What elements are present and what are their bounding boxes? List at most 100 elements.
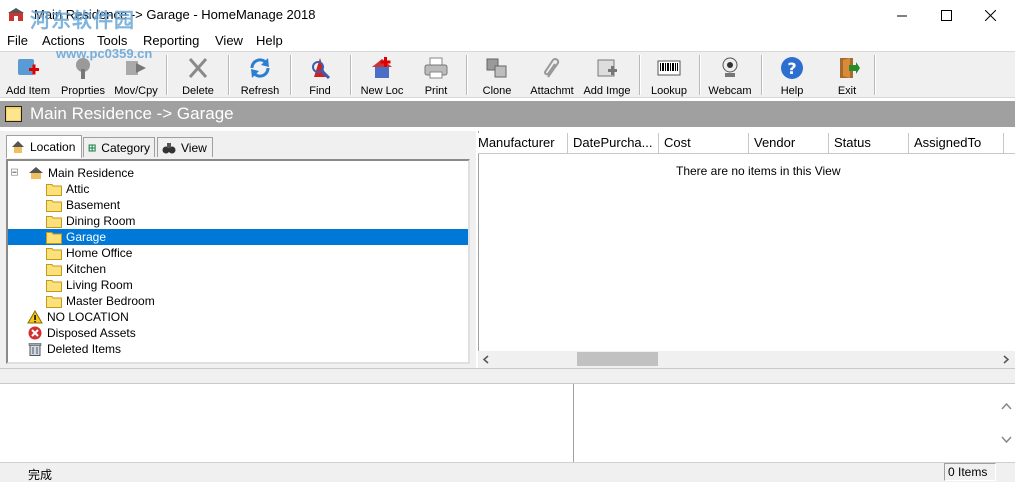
collapse-icon[interactable] — [11, 168, 22, 179]
exit-icon — [840, 58, 860, 78]
lookup-button[interactable]: Lookup — [646, 53, 692, 97]
exit-button[interactable]: Exit — [825, 53, 869, 97]
barcode-icon — [657, 60, 681, 76]
horizontal-scrollbar[interactable] — [478, 351, 1015, 368]
tree-item-label: Main Residence — [48, 166, 135, 180]
delete-button[interactable]: Delete — [176, 53, 220, 97]
maximize-button[interactable] — [924, 0, 969, 30]
scrollbar-thumb[interactable] — [577, 352, 658, 366]
toolbar-separator — [874, 55, 875, 95]
tab-location[interactable]: Location — [6, 135, 82, 158]
close-icon — [985, 9, 996, 21]
print-label: Print — [424, 85, 448, 97]
refresh-label: Refresh — [240, 85, 280, 97]
location-tree[interactable]: Main Residence Attic Basement Dining Roo… — [6, 159, 470, 364]
toolbar-separator — [466, 55, 467, 95]
refresh-button[interactable]: Refresh — [236, 53, 284, 97]
tree-item-label: Disposed Assets — [47, 326, 136, 340]
vertical-scrollbar[interactable] — [998, 384, 1015, 462]
toolbar-separator — [290, 55, 291, 95]
tab-view[interactable]: View — [157, 137, 213, 157]
tree-item-label: Attic — [66, 182, 90, 196]
folder-icon — [46, 248, 62, 260]
tree-item-basement[interactable]: Basement — [46, 197, 120, 213]
disposed-icon — [28, 326, 42, 340]
toolbar-separator — [350, 55, 351, 95]
column-header-overflow[interactable] — [1004, 133, 1015, 154]
tree-item-label: NO LOCATION — [47, 310, 129, 324]
tree-item-label: Kitchen — [66, 262, 107, 276]
minimize-button[interactable] — [880, 0, 925, 30]
scroll-up-icon[interactable] — [1001, 402, 1012, 410]
new-location-label: New Loc — [360, 85, 404, 97]
folder-icon — [46, 200, 62, 212]
menu-view[interactable]: View — [215, 33, 243, 48]
add-item-label: Add Item — [5, 85, 51, 97]
column-header-cost[interactable]: Cost — [659, 133, 749, 154]
tree-item-attic[interactable]: Attic — [46, 181, 89, 197]
tree-item-disposed-assets[interactable]: Disposed Assets — [27, 325, 136, 341]
add-item-button[interactable]: Add Item — [3, 53, 53, 97]
svg-text:?: ? — [787, 59, 796, 78]
tree-item-deleted-items[interactable]: Deleted Items — [27, 341, 121, 357]
tree-item-main-residence[interactable]: Main Residence — [11, 165, 134, 181]
tree-item-home-office[interactable]: Home Office — [46, 245, 132, 261]
watermark-url: www.pc0359.cn — [56, 46, 153, 61]
tree-item-no-location[interactable]: NO LOCATION — [27, 309, 129, 325]
webcam-button[interactable]: Webcam — [706, 53, 754, 97]
folder-icon — [46, 280, 62, 292]
app-icon[interactable] — [8, 8, 24, 22]
details-pane-right[interactable] — [573, 384, 1015, 462]
toolbar-separator — [699, 55, 700, 95]
attachment-button[interactable]: Attachmt — [527, 53, 577, 97]
toolbar-separator — [228, 55, 229, 95]
scroll-left-icon[interactable] — [482, 355, 490, 364]
trash-icon — [28, 343, 42, 356]
tree-item-living-room[interactable]: Living Room — [46, 277, 133, 293]
column-header-date-purchased[interactable]: DatePurcha... — [568, 133, 659, 154]
status-text: 完成 — [28, 468, 53, 482]
close-button[interactable] — [968, 0, 1013, 30]
status-bar — [0, 462, 1015, 482]
toolbar-separator — [761, 55, 762, 95]
find-label: Find — [309, 85, 331, 97]
lookup-label: Lookup — [650, 85, 688, 97]
column-header-manufacturer[interactable]: Manufacturer — [478, 133, 568, 154]
attachment-label: Attachmt — [530, 85, 574, 97]
delete-icon — [188, 58, 208, 78]
attachment-icon — [544, 58, 560, 78]
tree-item-kitchen[interactable]: Kitchen — [46, 261, 106, 277]
new-location-button[interactable]: New Loc — [357, 53, 407, 97]
tab-category-label: Category — [101, 140, 150, 155]
tree-item-label: Deleted Items — [47, 342, 122, 356]
print-icon — [424, 57, 448, 79]
details-pane-left[interactable] — [0, 384, 571, 462]
warning-icon — [27, 310, 43, 324]
menu-help[interactable]: Help — [256, 33, 283, 48]
column-header-status[interactable]: Status — [829, 133, 909, 154]
delete-label: Delete — [182, 85, 214, 97]
tree-item-dining-room[interactable]: Dining Room — [46, 213, 135, 229]
find-button[interactable]: Find — [298, 53, 342, 97]
exit-label: Exit — [837, 85, 857, 97]
tree-item-garage[interactable]: Garage — [8, 229, 468, 245]
new-location-icon — [372, 57, 392, 78]
path-title: Main Residence -> Garage — [30, 104, 234, 123]
item-count: 0 Items — [944, 463, 996, 481]
house-icon — [29, 167, 43, 179]
add-item-icon — [18, 59, 39, 75]
scroll-right-icon[interactable] — [1002, 355, 1010, 364]
help-button[interactable]: ? Help — [769, 53, 815, 97]
tree-item-master-bedroom[interactable]: Master Bedroom — [46, 293, 155, 309]
menu-file[interactable]: File — [7, 33, 28, 48]
scroll-down-icon[interactable] — [1001, 436, 1012, 444]
tab-category[interactable]: Category — [83, 137, 155, 157]
clone-button[interactable]: Clone — [474, 53, 520, 97]
print-button[interactable]: Print — [414, 53, 458, 97]
folder-icon — [46, 232, 62, 244]
add-image-button[interactable]: Add Imge — [583, 53, 631, 97]
folder-icon — [5, 106, 22, 122]
column-header-assigned-to[interactable]: AssignedTo — [909, 133, 1004, 154]
pane-splitter[interactable] — [0, 368, 1015, 384]
column-header-vendor[interactable]: Vendor — [749, 133, 829, 154]
